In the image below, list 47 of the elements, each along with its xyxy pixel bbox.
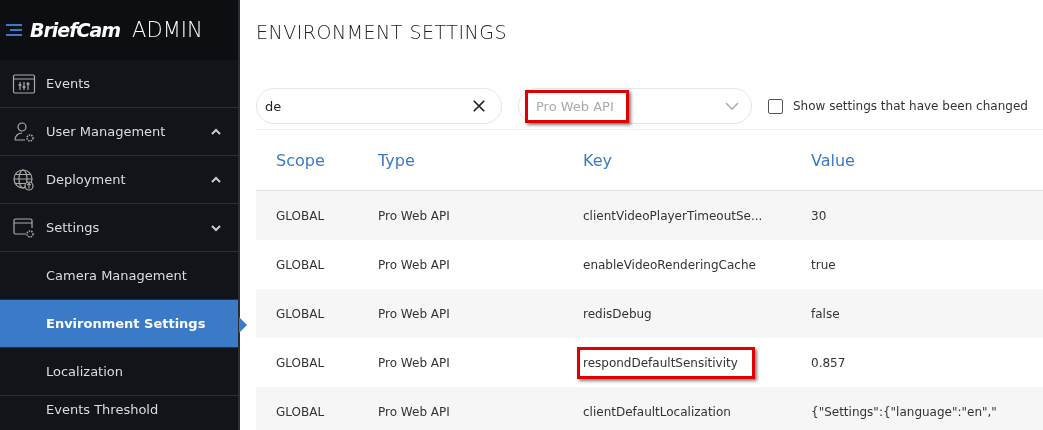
table-cell: respondDefaultSensitivity [577,346,755,379]
page-title: ENVIRONMENT SETTINGS [256,20,508,45]
sidebar-item[interactable]: Localization [0,348,238,396]
table-cell-text: Pro Web API [378,404,451,419]
checkbox-label: Show settings that have been changed [793,99,1028,113]
search-field[interactable]: de [256,88,502,124]
table-cell-text: Pro Web API [378,355,451,370]
table-cell-text: Pro Web API [378,208,451,223]
chevron-down-icon [725,102,739,110]
chevron-icon [210,223,222,232]
column-header[interactable]: Key [583,150,811,170]
table-cell-text: GLOBAL [276,208,326,223]
sidebar-item[interactable]: Settings [0,204,238,252]
table-cell-text: 0.857 [811,355,847,370]
logo-lines-icon [6,24,22,36]
brand-title: ADMIN [132,18,203,42]
sidebar-item[interactable]: Events Threshold [0,396,238,430]
table-cell-text: false [811,306,841,321]
table-cell-text: enableVideoRenderingCache [582,256,757,274]
user-gear-icon [12,119,36,144]
sidebar-item[interactable]: User Management [0,108,238,156]
table-cell-text: GLOBAL [276,257,326,272]
table-cell-text: true [811,257,837,272]
chevron-icon [210,175,222,184]
equalizer-window-icon [12,71,36,96]
globe-icon [12,167,36,192]
checkbox[interactable] [768,98,783,114]
table-cell-text: GLOBAL [276,404,326,419]
table-cell-text: clientVideoPlayerTimeoutSe... [582,207,764,225]
brand-logo: BriefCam [30,19,121,41]
table-cell-text: GLOBAL [276,355,326,370]
table-cell-text: GLOBAL [276,306,326,321]
column-header[interactable]: Type [378,150,583,170]
clear-icon[interactable] [472,99,486,113]
window-gear-icon [12,215,36,240]
column-header[interactable]: Value [811,150,1043,170]
sidebar-item[interactable]: Events [0,60,238,108]
sidebar-item[interactable]: Deployment [0,156,238,204]
column-header[interactable]: Scope [276,150,378,170]
table-cell-text: clientDefaultLocalization [582,403,732,421]
table-cell-text: Pro Web API [378,306,451,321]
table-cell-text: {"Settings":{"language":"en"," [811,404,998,419]
table-cell-text: Pro Web API [378,257,451,272]
table-cell-text: 30 [811,208,828,223]
chevron-icon [210,127,222,136]
type-placeholder: Pro Web API [525,89,629,123]
table-cell-text: redisDebug [582,305,653,323]
